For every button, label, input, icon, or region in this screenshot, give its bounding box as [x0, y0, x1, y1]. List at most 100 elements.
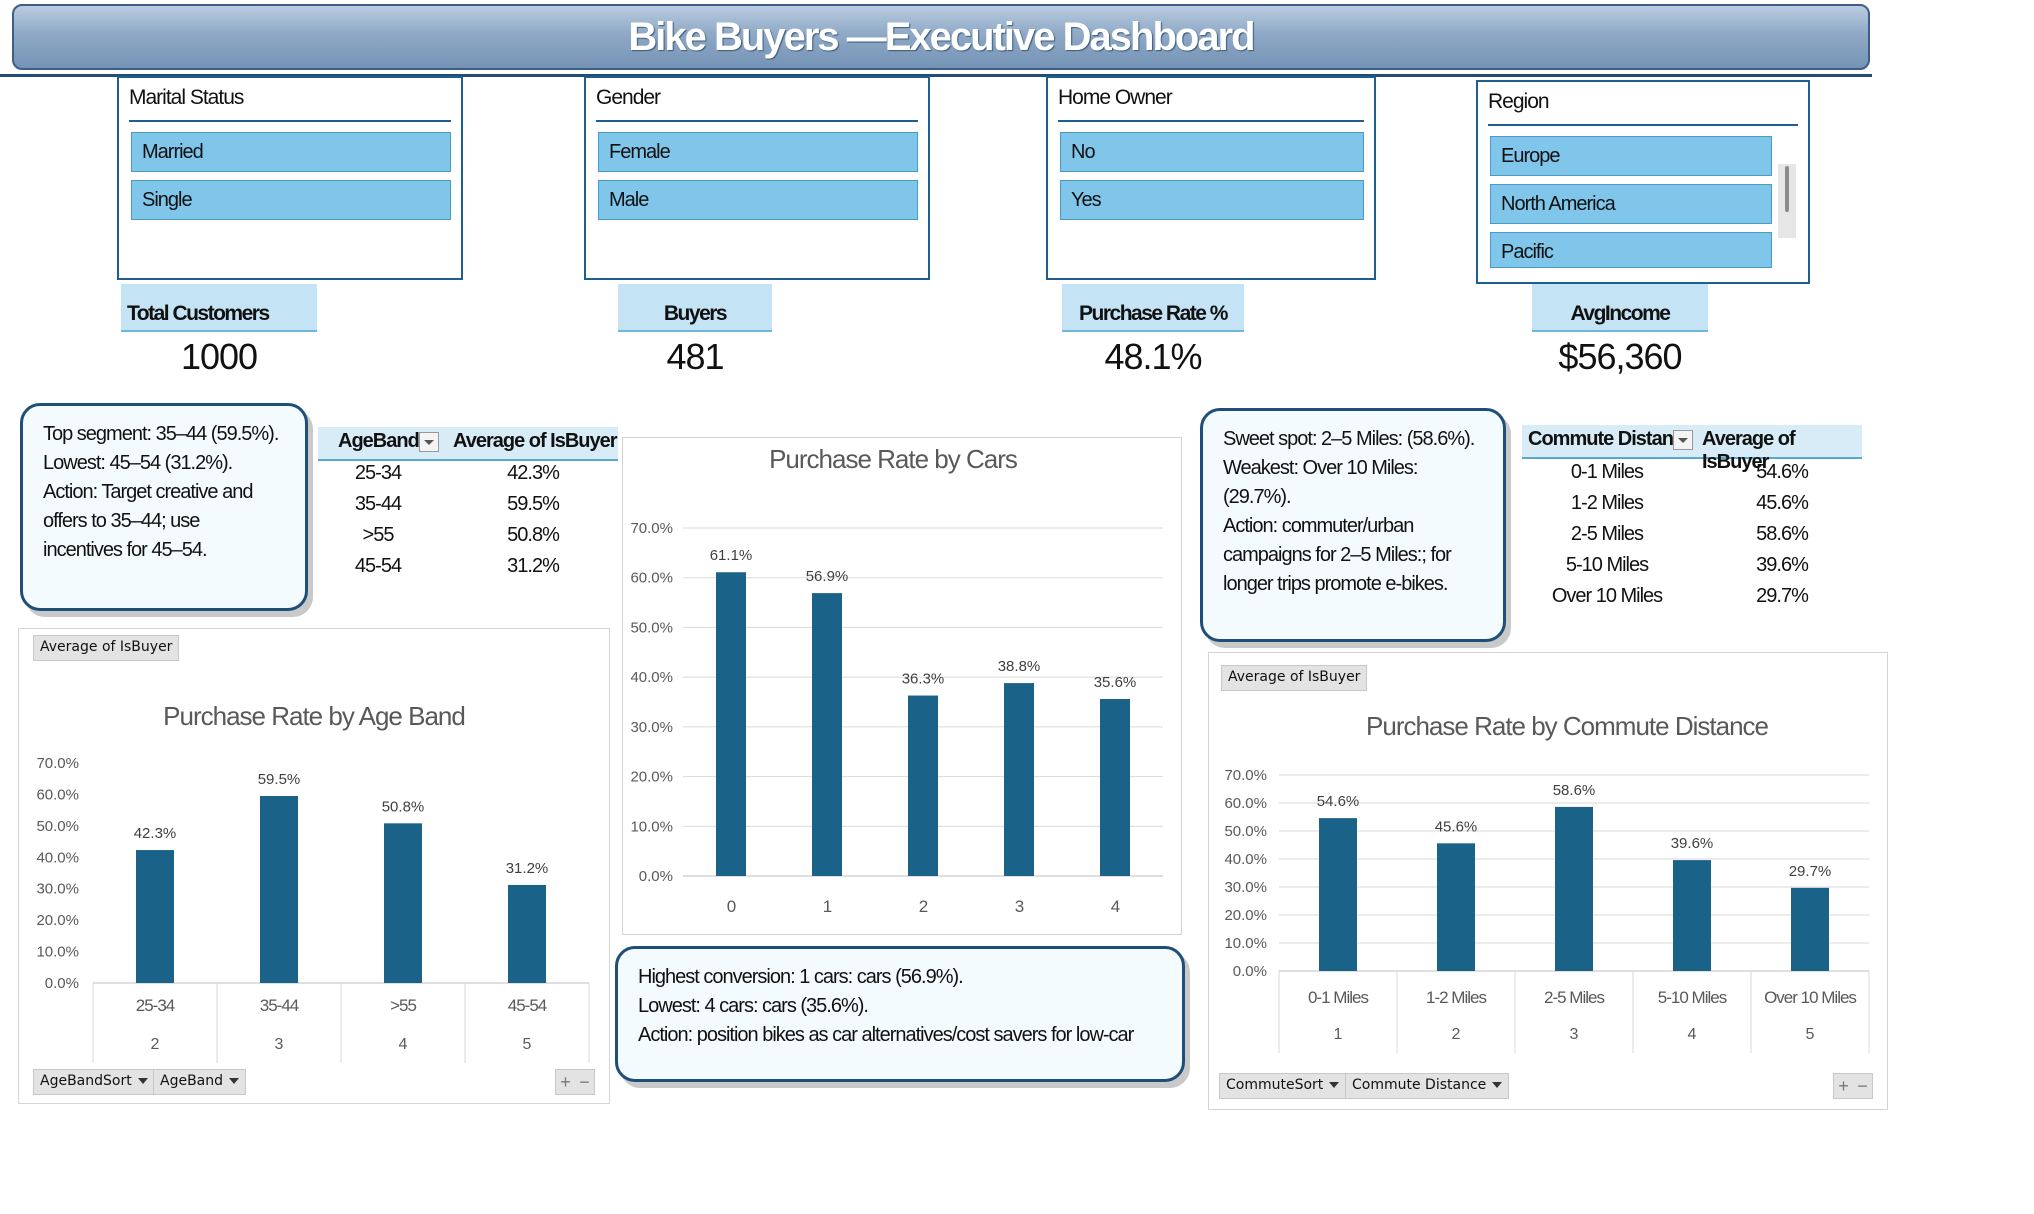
- x-tick-label: 3: [1015, 897, 1024, 916]
- y-tick-label: 10.0%: [630, 818, 673, 835]
- callout-age-insight: Top segment: 35–44 (59.5%). Lowest: 45–5…: [20, 403, 308, 611]
- slicer-scroll-thumb[interactable]: [1785, 166, 1789, 212]
- field-button-value[interactable]: Average of IsBuyer: [33, 635, 180, 661]
- field-button-agebandsort[interactable]: AgeBandSort: [33, 1069, 155, 1095]
- slicer-header: Region: [1488, 90, 1550, 113]
- pivot-cell: 2-5 Miles: [1570, 523, 1644, 545]
- pivot-table-age: AgeBand Average of IsBuyer 25-34 42.3% 3…: [318, 427, 618, 587]
- slicer-item-no[interactable]: No: [1060, 132, 1364, 172]
- bar: [260, 796, 298, 983]
- x-tick-label: 0-1 Miles: [1308, 988, 1368, 1007]
- x-tick-label: 2-5 Miles: [1544, 988, 1604, 1007]
- pivot-header-ageband: AgeBand: [338, 430, 439, 453]
- slicer-region: Region Europe North America Pacific: [1476, 80, 1810, 284]
- dashboard-title: Bike Buyers —Executive Dashboard: [628, 14, 1255, 59]
- y-tick-label: 70.0%: [1224, 767, 1267, 784]
- pivot-cell: Over 10 Miles: [1551, 585, 1663, 607]
- collapse-icon[interactable]: −: [1857, 1076, 1868, 1097]
- field-button-commutesort[interactable]: CommuteSort: [1219, 1073, 1347, 1099]
- pivot-cell: 29.7%: [1756, 585, 1809, 607]
- filter-dropdown-icon[interactable]: [1672, 429, 1693, 450]
- dashboard-title-bar: Bike Buyers —Executive Dashboard: [12, 4, 1870, 70]
- dropdown-arrow-icon: [1329, 1082, 1340, 1088]
- y-tick-label: 50.0%: [630, 619, 673, 636]
- bar: [716, 572, 746, 876]
- slicer-item-single[interactable]: Single: [131, 180, 451, 220]
- dropdown-arrow-icon: [1492, 1082, 1503, 1088]
- callout-line: Top segment: 35–44 (59.5%).: [43, 423, 279, 445]
- y-tick-label: 30.0%: [630, 719, 673, 736]
- slicer-item-north-america[interactable]: North America: [1490, 184, 1772, 224]
- slicer-header: Gender: [596, 86, 661, 109]
- chart-title: Purchase Rate by Age Band: [163, 701, 465, 731]
- callout-line: longer trips promote e-bikes.: [1223, 573, 1448, 595]
- slicer-item-female[interactable]: Female: [598, 132, 918, 172]
- kpi-buyers-value: 481: [666, 336, 724, 377]
- slicer-item-pacific[interactable]: Pacific: [1490, 232, 1772, 268]
- field-button-value[interactable]: Average of IsBuyer: [1221, 665, 1368, 691]
- x-group-label: 5: [1806, 1026, 1815, 1043]
- callout-line: (29.7%).: [1223, 486, 1292, 508]
- field-button-label: CommuteSort: [1226, 1077, 1324, 1093]
- callout-line: campaigns for 2–5 Miles:; for: [1223, 544, 1452, 566]
- y-tick-label: 60.0%: [1224, 795, 1267, 812]
- slicer-divider: [129, 120, 451, 122]
- callout-line: Weakest: Over 10 Miles:: [1223, 457, 1418, 479]
- pivot-cell: 39.6%: [1756, 554, 1809, 576]
- slicer-home-owner: Home Owner No Yes: [1046, 76, 1376, 280]
- field-button-commute-distance[interactable]: Commute Distance: [1345, 1073, 1510, 1099]
- kpi-avg-income-value: $56,360: [1558, 336, 1682, 377]
- slicer-scrollbar[interactable]: [1778, 164, 1796, 238]
- pivot-cell: 45.6%: [1756, 492, 1809, 514]
- pivot-cell: >55: [362, 524, 395, 546]
- expand-collapse-buttons[interactable]: + −: [1833, 1073, 1873, 1099]
- slicer-item-europe[interactable]: Europe: [1490, 136, 1772, 176]
- field-button-ageband[interactable]: AgeBand: [153, 1069, 247, 1095]
- filter-dropdown-icon[interactable]: [418, 431, 439, 452]
- x-tick-label: 0: [727, 897, 736, 916]
- slicer-gender: Gender Female Male: [584, 76, 930, 280]
- slicer-item-male[interactable]: Male: [598, 180, 918, 220]
- bar: [508, 884, 546, 983]
- x-tick-label: 2: [919, 897, 928, 916]
- x-group-label: 5: [523, 1036, 532, 1053]
- data-label: 36.3%: [902, 671, 945, 688]
- expand-icon[interactable]: +: [1838, 1076, 1849, 1097]
- expand-icon[interactable]: +: [560, 1072, 571, 1093]
- slicer-divider: [596, 120, 918, 122]
- y-tick-label: 10.0%: [1224, 935, 1267, 952]
- callout-commute-insight: Sweet spot: 2–5 Miles: (58.6%). Weakest:…: [1200, 408, 1506, 642]
- y-tick-label: 0.0%: [639, 868, 673, 885]
- dropdown-arrow-icon: [137, 1078, 148, 1084]
- pivot-cell: 45-54: [354, 555, 402, 577]
- slicer-item-married[interactable]: Married: [131, 132, 451, 172]
- y-tick-label: 50.0%: [1224, 823, 1267, 840]
- pivot-header-commute: Commute Distan: [1528, 428, 1693, 451]
- slicer-divider: [1058, 120, 1364, 122]
- x-tick-label: Over 10 Miles: [1764, 988, 1856, 1007]
- chart-age-band: Average of IsBuyer AgeBandSort AgeBand +…: [18, 628, 610, 1104]
- collapse-icon[interactable]: −: [579, 1072, 590, 1093]
- pivot-cell: 50.8%: [507, 524, 560, 546]
- data-label: 42.3%: [134, 825, 177, 842]
- y-tick-label: 10.0%: [36, 944, 79, 961]
- x-tick-label: 1: [823, 897, 832, 916]
- expand-collapse-buttons[interactable]: + −: [555, 1069, 595, 1095]
- y-tick-label: 20.0%: [630, 769, 673, 786]
- pivot-table-commute: Commute Distan Average of IsBuyer 0-1 Mi…: [1522, 425, 1862, 620]
- callout-line: Lowest: 4 cars: cars (35.6%).: [638, 995, 869, 1017]
- data-label: 61.1%: [710, 547, 753, 564]
- pivot-cell: 35-44: [354, 493, 402, 515]
- slicer-item-yes[interactable]: Yes: [1060, 180, 1364, 220]
- callout-cars-insight: Highest conversion: 1 cars: cars (56.9%)…: [615, 946, 1185, 1082]
- x-tick-label: 4: [1111, 897, 1120, 916]
- data-label: 39.6%: [1671, 835, 1714, 852]
- callout-line: Action: Target creative and: [43, 481, 253, 503]
- pivot-cell: 1-2 Miles: [1570, 492, 1644, 514]
- x-tick-label: 5-10 Miles: [1658, 988, 1727, 1007]
- y-tick-label: 0.0%: [1233, 963, 1267, 980]
- data-label: 45.6%: [1435, 818, 1478, 835]
- y-tick-label: 0.0%: [45, 975, 79, 992]
- x-group-label: 2: [1452, 1026, 1461, 1043]
- slicer-header: Home Owner: [1058, 86, 1173, 109]
